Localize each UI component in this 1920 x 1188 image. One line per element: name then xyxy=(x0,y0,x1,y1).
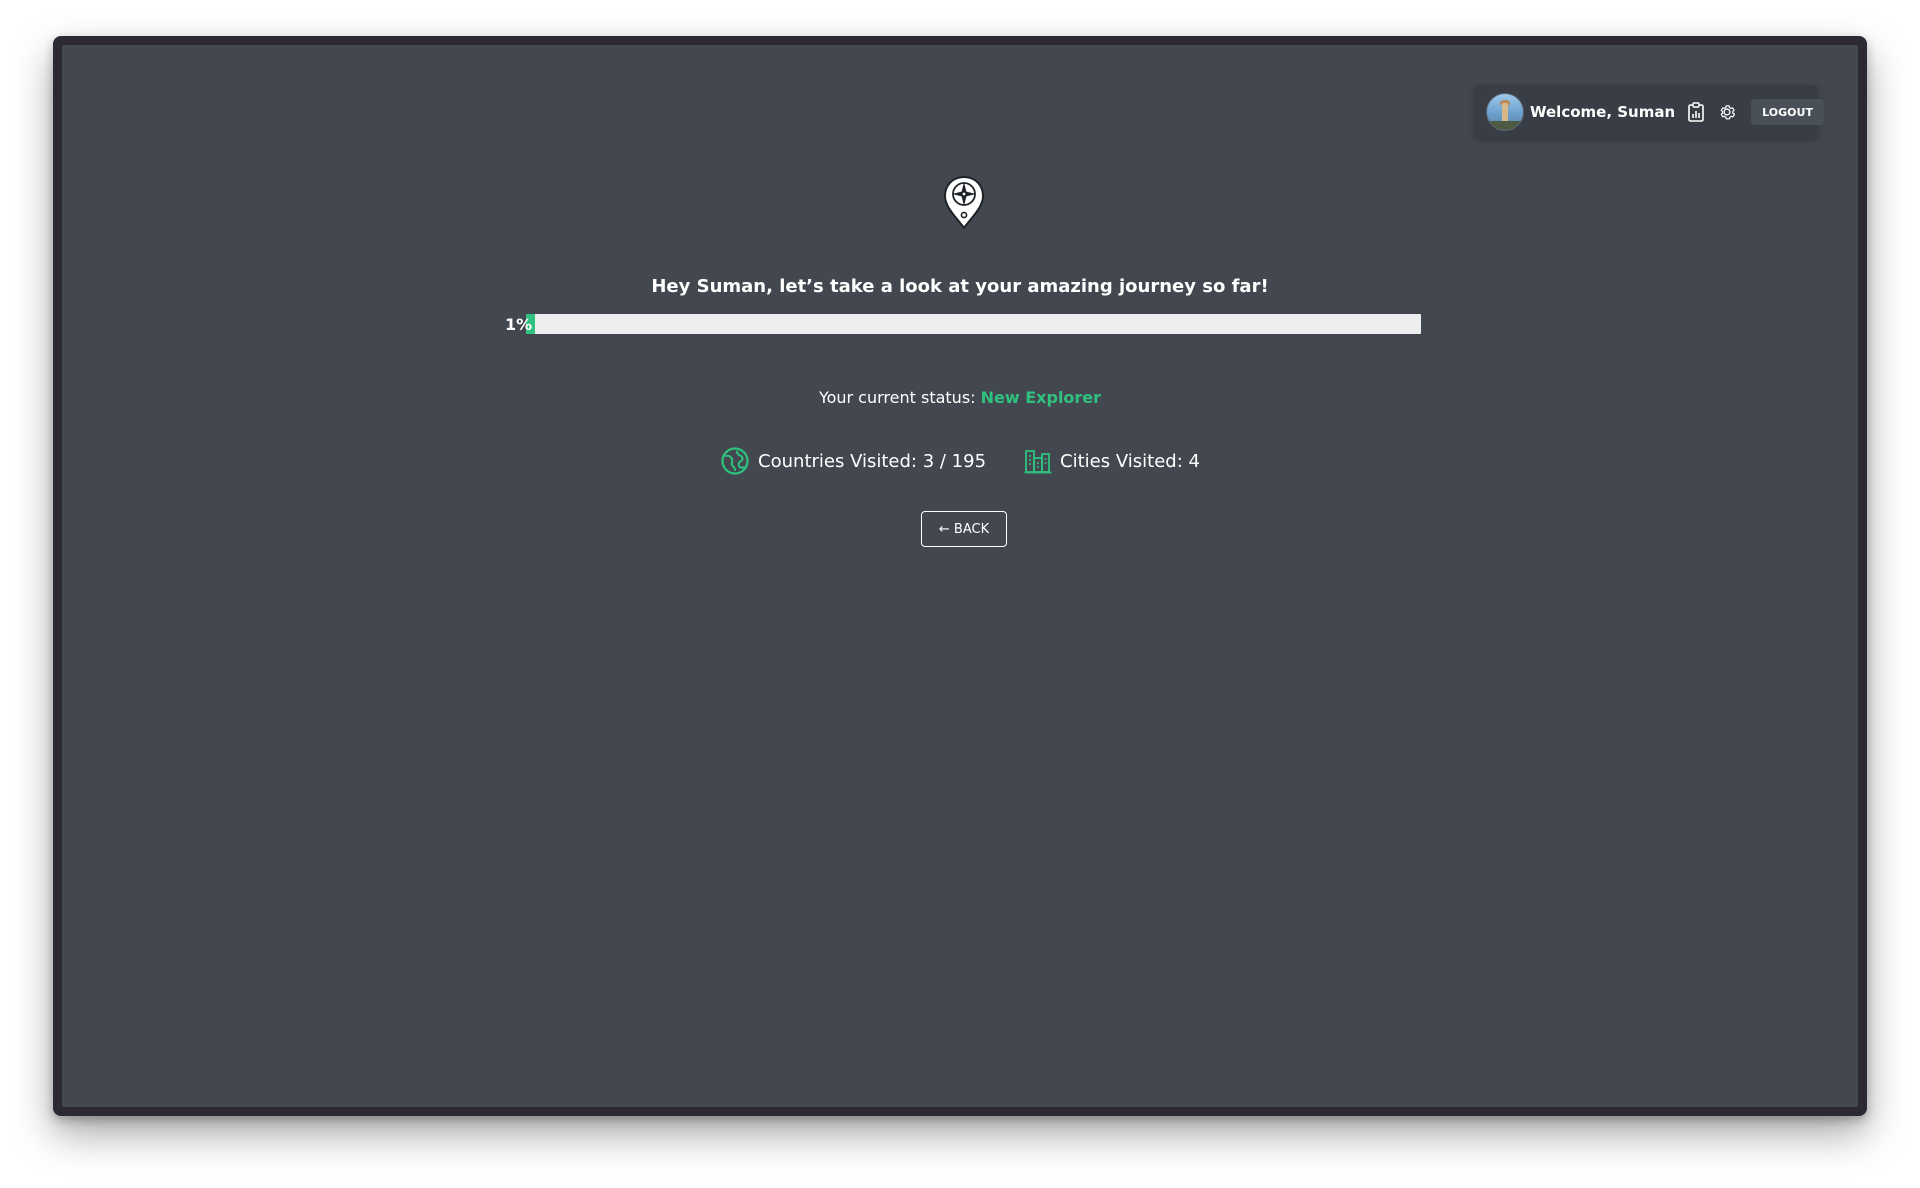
clipboard-chart-icon xyxy=(1688,102,1704,122)
avatar-tower xyxy=(1502,103,1508,123)
avatar[interactable] xyxy=(1486,93,1524,131)
settings-button[interactable] xyxy=(1717,100,1737,124)
countries-visited-text: Countries Visited: 3 / 195 xyxy=(758,450,987,472)
app-window: Welcome, Suman LOGOUT Hey Suman, let’s t… xyxy=(53,36,1867,1116)
logout-button[interactable]: LOGOUT xyxy=(1751,99,1824,125)
travel-stats: Countries Visited: 3 / 195 Cities Visite… xyxy=(62,446,1858,476)
welcome-text: Welcome, Suman xyxy=(1530,103,1676,121)
progress-track xyxy=(526,314,1421,334)
journey-progress: 1% xyxy=(505,314,1421,334)
gear-icon xyxy=(1720,105,1736,120)
cities-stat: Cities Visited: 4 xyxy=(1024,448,1200,474)
stats-button[interactable] xyxy=(1687,100,1705,124)
compass-pin-icon xyxy=(943,175,985,230)
cities-visited-text: Cities Visited: 4 xyxy=(1060,450,1200,472)
status-line: Your current status: New Explorer xyxy=(62,388,1858,407)
status-prefix: Your current status: xyxy=(818,388,976,407)
greeting-heading: Hey Suman, let’s take a look at your ama… xyxy=(651,276,1269,297)
app-content: Welcome, Suman LOGOUT Hey Suman, let’s t… xyxy=(62,45,1858,1107)
avatar-ground xyxy=(1487,121,1523,130)
progress-label: 1% xyxy=(505,314,533,334)
countries-stat: Countries Visited: 3 / 195 xyxy=(720,446,986,476)
city-buildings-icon xyxy=(1024,450,1052,474)
back-button[interactable]: ← BACK xyxy=(921,511,1007,547)
globe-icon xyxy=(721,447,749,475)
status-value: New Explorer xyxy=(980,388,1102,407)
user-bar: Welcome, Suman LOGOUT xyxy=(1474,85,1824,139)
